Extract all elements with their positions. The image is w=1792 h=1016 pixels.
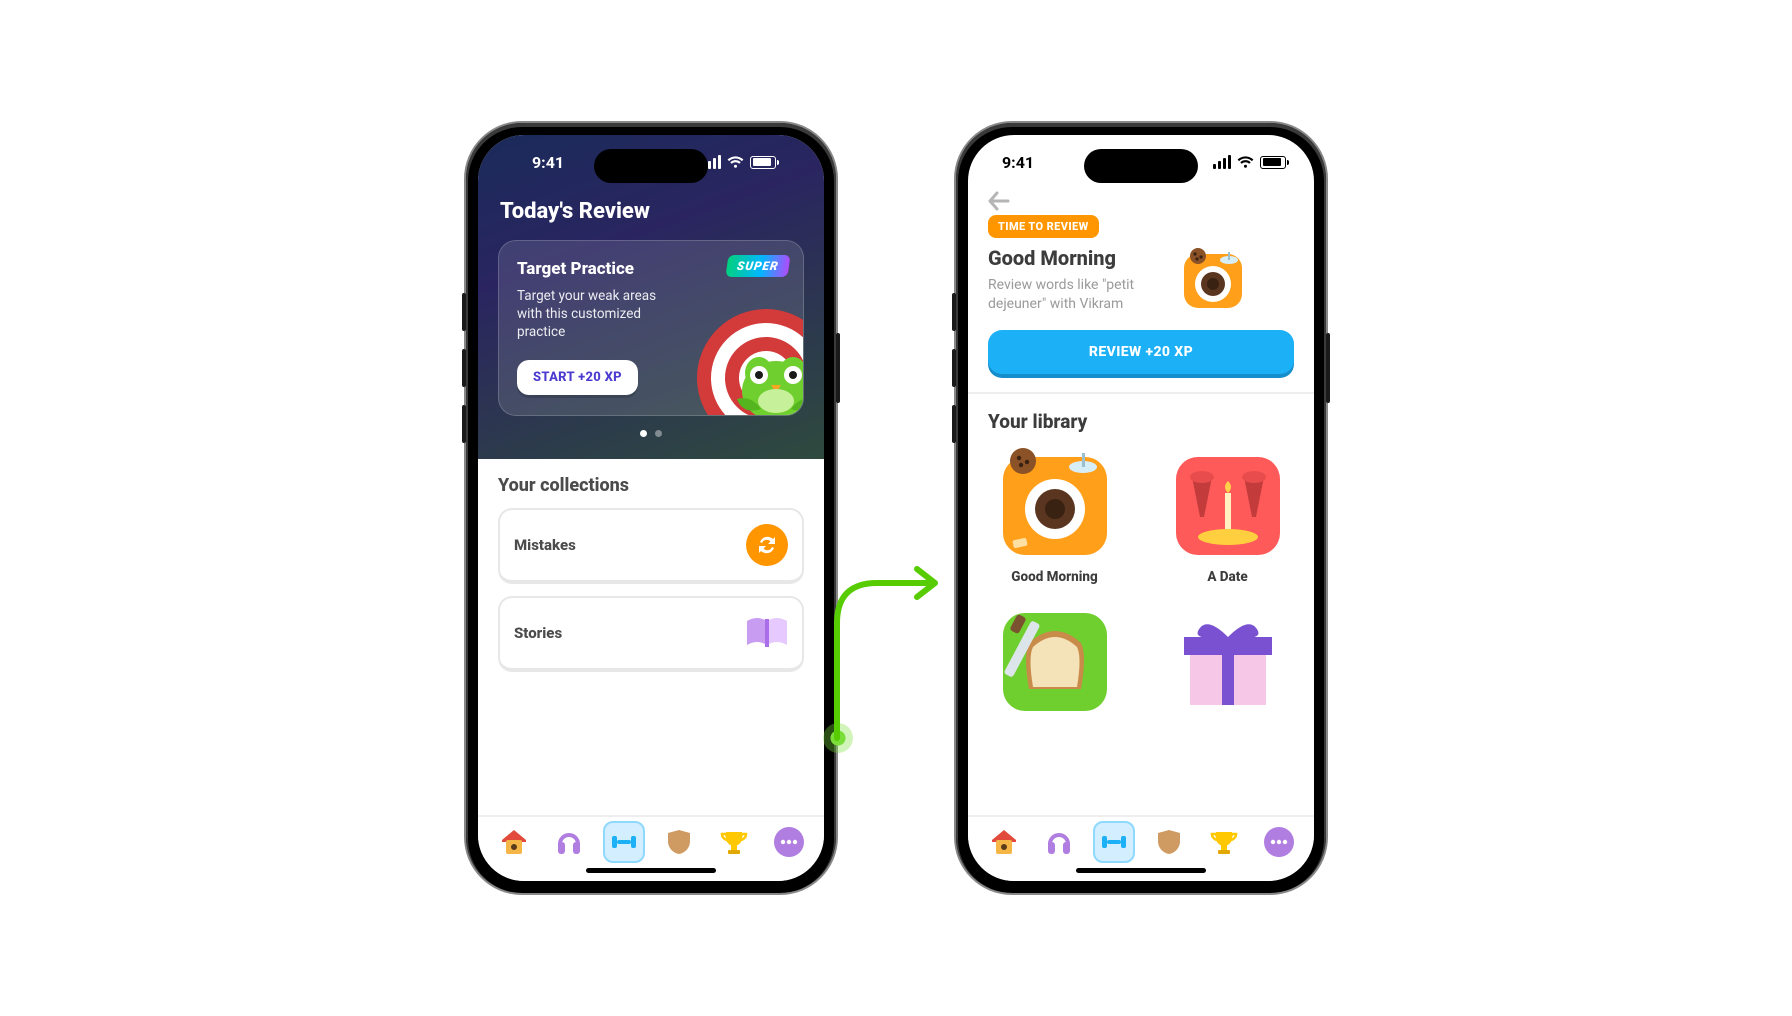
tab-listen[interactable] <box>548 821 590 863</box>
status-time: 9:41 <box>532 153 564 172</box>
phone-right: 9:41 TIME TO REVIEW Good Morning Review … <box>956 123 1326 893</box>
tab-practice[interactable] <box>1093 821 1135 863</box>
battery-icon <box>750 156 776 169</box>
wifi-icon <box>727 156 744 168</box>
dynamic-island <box>1084 149 1198 183</box>
tab-trophy[interactable] <box>1203 821 1245 863</box>
row-label: Stories <box>514 624 562 642</box>
signal-icon <box>1213 155 1231 169</box>
page-dots <box>498 430 804 437</box>
library-title: Your library <box>988 410 1294 433</box>
review-badge: TIME TO REVIEW <box>988 215 1099 238</box>
start-button[interactable]: START +20 XP <box>517 360 638 395</box>
home-indicator <box>586 868 716 873</box>
card-body: Target your weak areas with this customi… <box>517 287 677 342</box>
tab-home[interactable] <box>493 821 535 863</box>
tile-good-morning[interactable]: Good Morning <box>988 447 1121 585</box>
tab-listen[interactable] <box>1038 821 1080 863</box>
arrow-left-icon <box>988 191 1010 211</box>
wifi-icon <box>1237 156 1254 168</box>
dynamic-island <box>594 149 708 183</box>
tile-gift[interactable] <box>1161 603 1294 725</box>
refresh-icon <box>746 524 788 566</box>
tab-more[interactable] <box>1258 821 1300 863</box>
tile-label: A Date <box>1207 569 1247 585</box>
gift-tile-art <box>1172 603 1284 715</box>
review-card: TIME TO REVIEW Good Morning Review words… <box>968 211 1314 394</box>
battery-icon <box>1260 156 1286 169</box>
date-tile-art <box>1172 447 1284 559</box>
coffee-tile-art <box>999 447 1111 559</box>
super-badge: SUPER <box>726 255 791 277</box>
target-practice-card[interactable]: SUPER Target Practice Target your weak a… <box>498 240 804 416</box>
tile-label: Good Morning <box>1011 569 1097 585</box>
target-owl-art <box>681 293 804 416</box>
book-icon <box>746 612 788 654</box>
bread-tile-art <box>999 603 1111 715</box>
row-label: Mistakes <box>514 536 576 554</box>
hero-title: Today's Review <box>500 199 804 224</box>
status-time: 9:41 <box>1002 153 1034 172</box>
collection-stories[interactable]: Stories <box>498 596 804 672</box>
collection-mistakes[interactable]: Mistakes <box>498 508 804 584</box>
tab-more[interactable] <box>768 821 810 863</box>
review-title: Good Morning <box>988 246 1168 270</box>
tile-bread[interactable] <box>988 603 1121 725</box>
review-button[interactable]: REVIEW +20 XP <box>988 330 1294 374</box>
coffee-thumb <box>1180 246 1246 312</box>
back-button[interactable] <box>968 189 1314 211</box>
tab-trophy[interactable] <box>713 821 755 863</box>
collections-title: Your collections <box>498 475 804 496</box>
review-body: Review words like "petit dejeuner" with … <box>988 276 1168 314</box>
tab-practice[interactable] <box>603 821 645 863</box>
tab-home[interactable] <box>983 821 1025 863</box>
tab-shield[interactable] <box>658 821 700 863</box>
home-indicator <box>1076 868 1206 873</box>
tab-shield[interactable] <box>1148 821 1190 863</box>
flow-arrow <box>831 653 951 773</box>
tile-a-date[interactable]: A Date <box>1161 447 1294 585</box>
phone-left: 9:41 Today's Review SUPER Target Practic… <box>466 123 836 893</box>
